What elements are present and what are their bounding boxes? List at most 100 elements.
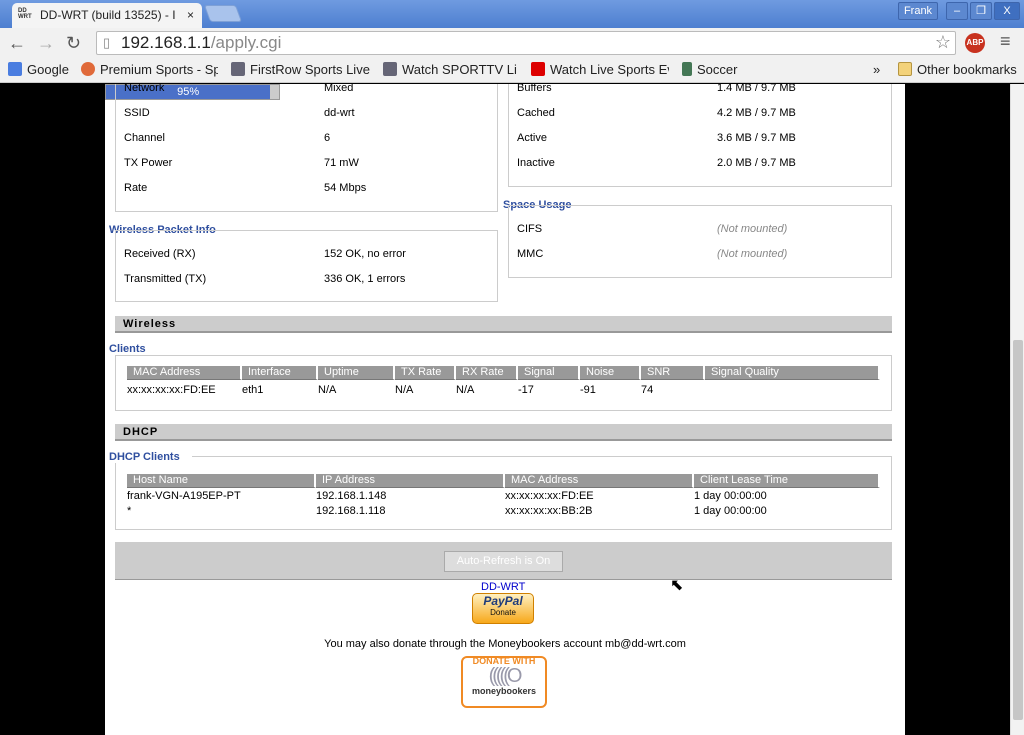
clients-column-header: Noise <box>580 366 641 380</box>
close-tab-icon[interactable]: × <box>187 8 194 22</box>
space-label: MMC <box>517 248 544 260</box>
ddwrt-favicon-icon: DD WRT <box>18 8 32 20</box>
packet-value: 336 OK, 1 errors <box>324 273 406 285</box>
router-status-page: Wireless Packet Info Space Usage Wireles… <box>105 84 905 735</box>
clients-legend: Clients <box>109 343 158 355</box>
clients-cell: eth1 <box>242 384 264 396</box>
scrollbar-thumb[interactable] <box>1013 340 1023 720</box>
bookmark-google[interactable]: Google <box>8 62 69 77</box>
refresh-bar: Auto-Refresh is On <box>115 542 892 580</box>
info-label: Channel <box>124 132 165 144</box>
clients-column-header: SNR <box>641 366 705 380</box>
adblock-icon[interactable]: ABP <box>965 33 985 53</box>
info-label: Network <box>124 84 165 94</box>
address-bar[interactable]: ▯ 192.168.1.1/apply.cgi ☆ <box>96 31 956 55</box>
clients-column-header: Interface <box>242 366 318 380</box>
bookmarks-overflow[interactable]: » <box>873 62 880 77</box>
minimize-icon[interactable]: – <box>946 2 968 20</box>
dhcp-column-header: IP Address <box>316 474 505 488</box>
dhcp-cell: frank-VGN-A195EP-PT <box>127 490 241 502</box>
space-label: CIFS <box>517 223 543 235</box>
info-value: dd-wrt <box>324 107 355 119</box>
page-icon: ▯ <box>103 35 111 50</box>
memory-label: Active <box>517 132 547 144</box>
memory-value: 2.0 MB / 9.7 MB <box>717 157 796 169</box>
clients-column-header: Signal <box>518 366 580 380</box>
url-path: /apply.cgi <box>210 33 282 52</box>
clients-column-header: RX Rate <box>456 366 518 380</box>
memory-value: 4.2 MB / 9.7 MB <box>717 107 796 119</box>
back-icon[interactable]: ← <box>8 33 26 54</box>
tab-bar: DD WRT DD-WRT (build 13525) - I × Frank –… <box>0 0 1024 28</box>
dhcp-clients-legend: DHCP Clients <box>109 451 192 463</box>
bookmark-sporttv[interactable]: Watch SPORTTV Live <box>383 62 517 77</box>
packet-info-box <box>115 230 498 302</box>
bookmark-soccer[interactable]: Soccer <box>682 62 737 77</box>
info-label: SSID <box>124 107 150 119</box>
url-host: 192.168.1.1 <box>121 33 211 52</box>
dhcp-section-header: DHCP <box>115 424 892 441</box>
bookmarks-bar: Google Premium Sports - Spo FirstRow Spo… <box>0 57 1024 83</box>
paypal-donate-button[interactable]: PayPal Donate <box>472 593 534 624</box>
new-tab-button[interactable] <box>203 5 243 22</box>
moneybookers-text: You may also donate through the Moneyboo… <box>324 638 686 650</box>
clients-cell: -91 <box>580 384 596 396</box>
clients-cell: N/A <box>456 384 475 396</box>
dhcp-column-header: Client Lease Time <box>694 474 880 488</box>
dhcp-cell: * <box>127 505 132 517</box>
other-bookmarks[interactable]: Other bookmarks <box>898 62 1017 77</box>
info-value: 6 <box>324 132 331 144</box>
mouse-cursor-icon: ⬉ <box>670 577 684 594</box>
clients-box <box>115 355 892 411</box>
packet-label: Transmitted (TX) <box>124 273 207 285</box>
memory-label: Cached <box>517 107 555 119</box>
moneybookers-donate-button[interactable]: DONATE WITH (((((O moneybookers <box>461 656 547 708</box>
space-usage-box <box>508 205 892 278</box>
packet-label: Received (RX) <box>124 248 196 260</box>
dhcp-cell: 192.168.1.148 <box>316 490 387 502</box>
dhcp-cell: 1 day 00:00:00 <box>694 505 767 517</box>
memory-label: Inactive <box>517 157 555 169</box>
dhcp-column-header: Host Name <box>127 474 316 488</box>
ddwrt-link[interactable]: DD-WRT <box>481 581 525 593</box>
tab-title: DD-WRT (build 13525) - I <box>40 8 176 22</box>
clients-column-header: MAC Address <box>127 366 242 380</box>
clients-cell: xx:xx:xx:xx:FD:EE <box>127 384 216 396</box>
auto-refresh-button[interactable]: Auto-Refresh is On <box>444 551 563 572</box>
info-value: 54 Mbps <box>324 182 367 194</box>
bookmark-watch-live[interactable]: Watch Live Sports Eve <box>531 62 669 77</box>
star-icon[interactable]: ☆ <box>935 32 951 53</box>
dhcp-cell: 192.168.1.118 <box>316 505 386 517</box>
scrollbar[interactable] <box>1010 84 1024 735</box>
space-value: (Not mounted) <box>717 248 788 260</box>
memory-value: 1.4 MB / 9.7 MB <box>717 84 796 94</box>
clients-cell: -17 <box>518 384 534 396</box>
clients-column-header: TX Rate <box>395 366 456 380</box>
clients-column-header: Signal Quality <box>705 366 880 380</box>
wireless-info-box <box>115 84 498 212</box>
dhcp-cell: xx:xx:xx:xx:FD:EE <box>505 490 594 502</box>
info-label: TX Power <box>124 157 173 169</box>
space-value: (Not mounted) <box>717 223 788 235</box>
reload-icon[interactable]: ↻ <box>66 33 81 54</box>
moneybookers-logo-icon: (((((O <box>488 665 523 687</box>
info-value: Mixed <box>324 84 354 94</box>
browser-tab[interactable]: DD WRT DD-WRT (build 13525) - I × <box>12 3 202 28</box>
info-label: Rate <box>124 182 148 194</box>
memory-label: Buffers <box>517 84 552 94</box>
menu-icon[interactable]: ≡ <box>1000 31 1011 52</box>
restore-icon[interactable]: ❐ <box>970 2 992 20</box>
close-window-icon[interactable]: X <box>994 2 1020 20</box>
clients-cell: 74 <box>641 384 654 396</box>
forward-icon[interactable]: → <box>37 33 55 54</box>
bookmark-premium-sports[interactable]: Premium Sports - Spo <box>81 62 218 77</box>
dhcp-cell: 1 day 00:00:00 <box>694 490 767 502</box>
memory-box <box>508 84 892 187</box>
packet-value: 152 OK, no error <box>324 248 406 260</box>
dhcp-column-header: MAC Address <box>505 474 694 488</box>
clients-column-header: Uptime <box>318 366 395 380</box>
profile-button[interactable]: Frank <box>898 2 938 20</box>
bookmark-firstrow[interactable]: FirstRow Sports Live F <box>231 62 371 77</box>
clients-cell: N/A <box>318 384 337 396</box>
info-value: 71 mW <box>324 157 359 169</box>
